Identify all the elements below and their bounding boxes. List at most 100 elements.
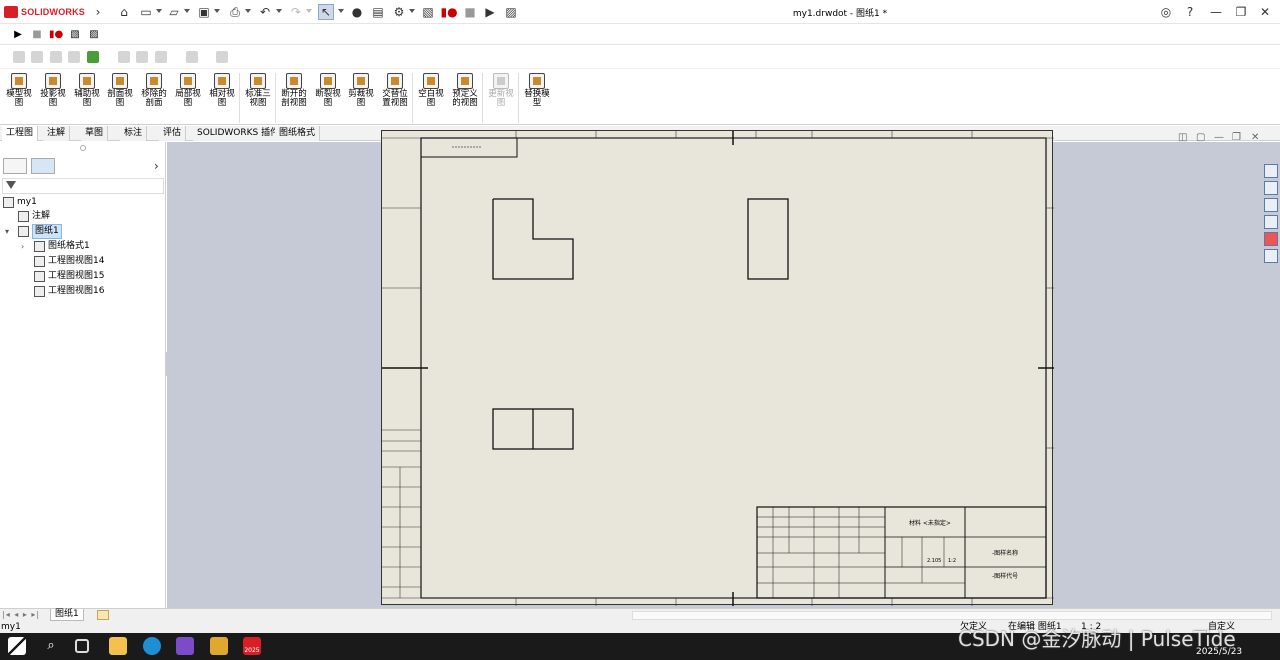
redo-icon[interactable]: ↷ xyxy=(288,4,304,20)
projected-view-button[interactable]: 投影视 图 xyxy=(37,73,69,108)
update-view-button[interactable]: 更新视 图 xyxy=(485,73,517,108)
replace-model-button[interactable]: 替换模 型 xyxy=(521,73,553,108)
file-props-icon[interactable]: ▤ xyxy=(370,4,386,20)
undo-dropdown-icon[interactable] xyxy=(276,9,282,13)
sheet-nav-arrows-icon[interactable]: |◂ ◂ ▸ ▸| xyxy=(2,610,40,619)
run-macro-icon[interactable]: ▶ xyxy=(482,4,498,20)
viewport-tile-icon[interactable]: ◫ xyxy=(1178,132,1187,143)
new-doc-icon[interactable]: ▭ xyxy=(138,4,154,20)
gray-tool-icon[interactable] xyxy=(136,51,148,63)
minimize-icon[interactable]: — xyxy=(1207,4,1225,20)
detail-view-button[interactable]: 局部视 图 xyxy=(172,73,204,108)
gray-tool-icon[interactable] xyxy=(13,51,25,63)
empty-view-button[interactable]: 空白视 图 xyxy=(415,73,447,108)
macro-icon[interactable]: ▧ xyxy=(420,4,436,20)
gray-tool-icon[interactable] xyxy=(118,51,130,63)
panel-expand-icon[interactable]: › xyxy=(154,159,159,173)
open-icon[interactable]: ▱ xyxy=(166,4,182,20)
relative-view-button[interactable]: 相对视 图 xyxy=(206,73,238,108)
select-dropdown-icon[interactable] xyxy=(338,9,344,13)
horizontal-scrollbar[interactable] xyxy=(632,611,1272,620)
stop-icon[interactable]: ■ xyxy=(30,28,44,42)
rebuild-icon[interactable]: ● xyxy=(349,4,365,20)
new-doc-dropdown-icon[interactable] xyxy=(156,9,162,13)
sheet-tab[interactable]: 图纸1 xyxy=(50,609,84,621)
new-macro-icon[interactable]: ▧ xyxy=(68,28,82,42)
crop-view-button[interactable]: 剪裁视 图 xyxy=(345,73,377,108)
doc-minimize-icon[interactable]: — xyxy=(1214,132,1224,143)
section-view-button[interactable]: 剖面视 图 xyxy=(104,73,136,108)
tab-dimension[interactable]: 标注 xyxy=(120,126,148,141)
gray-tool-icon[interactable] xyxy=(31,51,43,63)
file-explorer-icon[interactable] xyxy=(109,637,127,655)
help-icon[interactable]: ? xyxy=(1181,4,1199,20)
edit-macro-icon[interactable]: ▨ xyxy=(503,4,519,20)
removed-section-button[interactable]: 移除的 剖面 xyxy=(138,73,170,108)
record-macro-icon[interactable]: ▮● xyxy=(440,4,457,20)
tab-addins[interactable]: SOLIDWORKS 插件 xyxy=(193,126,285,141)
tree-filter-input[interactable] xyxy=(2,178,164,194)
app-icon[interactable] xyxy=(210,637,228,655)
tab-drawing[interactable]: 工程图 xyxy=(2,126,39,141)
model-view-button[interactable]: 模型视 图 xyxy=(3,73,35,108)
appearance-icon[interactable] xyxy=(87,51,99,63)
restore-icon[interactable]: ❐ xyxy=(1232,4,1250,20)
open-dropdown-icon[interactable] xyxy=(184,9,190,13)
task-view-icon[interactable] xyxy=(75,639,89,653)
file-explorer-icon[interactable] xyxy=(1264,198,1278,212)
tab-sketch[interactable]: 草图 xyxy=(81,126,109,141)
panel-grip-icon[interactable] xyxy=(80,145,86,151)
appearances-icon[interactable] xyxy=(1264,232,1278,246)
gray-tool-icon[interactable] xyxy=(50,51,62,63)
edit-macro-small-icon[interactable]: ▨ xyxy=(87,28,101,42)
tree-expand-icon[interactable]: › xyxy=(21,242,24,251)
solidworks-logo[interactable]: SOLIDWORKS xyxy=(4,5,85,19)
solidworks-taskbar-icon[interactable]: 2025 xyxy=(243,637,261,655)
feature-tree-tab-icon[interactable] xyxy=(3,158,27,174)
tree-root[interactable]: my1 xyxy=(3,196,37,209)
tree-view-item[interactable]: 工程图视图15 xyxy=(34,270,104,283)
tree-view-item[interactable]: 工程图视图14 xyxy=(34,255,104,268)
resources-home-icon[interactable] xyxy=(1264,164,1278,178)
options-dropdown-icon[interactable] xyxy=(409,9,415,13)
save-dropdown-icon[interactable] xyxy=(214,9,220,13)
account-icon[interactable]: ◎ xyxy=(1157,4,1175,20)
property-tab-icon[interactable] xyxy=(31,158,55,174)
stop-macro-icon[interactable]: ■ xyxy=(462,4,478,20)
predefined-view-button[interactable]: 预定义 的视图 xyxy=(449,73,481,108)
home-icon[interactable]: ⌂ xyxy=(116,4,132,20)
gray-tool-icon[interactable] xyxy=(155,51,167,63)
viewport-split-icon[interactable]: ▢ xyxy=(1196,132,1205,143)
tab-evaluate[interactable]: 评估 xyxy=(159,126,187,141)
gray-tool-icon[interactable] xyxy=(68,51,80,63)
gray-tool-icon[interactable] xyxy=(186,51,198,63)
visual-studio-icon[interactable] xyxy=(176,637,194,655)
add-sheet-icon[interactable] xyxy=(97,610,109,620)
record-icon[interactable]: ▮● xyxy=(49,28,63,42)
standard-3-view-button[interactable]: 标准三 视图 xyxy=(242,73,274,108)
tree-sheet-format[interactable]: 图纸格式1 xyxy=(34,240,90,253)
options-gear-icon[interactable]: ⚙ xyxy=(391,4,407,20)
drawing-sheet[interactable]: 材料 <未指定> -图样名称 -图样代号 1:2 2.105 xyxy=(381,130,1054,606)
auxiliary-view-button[interactable]: 辅助视 图 xyxy=(71,73,103,108)
print-dropdown-icon[interactable] xyxy=(245,9,251,13)
start-icon[interactable] xyxy=(8,637,26,655)
doc-close-icon[interactable]: ✕ xyxy=(1251,132,1259,143)
select-icon[interactable]: ↖ xyxy=(318,4,334,20)
design-library-icon[interactable] xyxy=(1264,181,1278,195)
alternate-position-view-button[interactable]: 交替位 置视图 xyxy=(379,73,411,108)
undo-icon[interactable]: ↶ xyxy=(257,4,273,20)
edge-icon[interactable] xyxy=(143,637,161,655)
tree-annotations[interactable]: 注解 xyxy=(18,210,50,223)
break-view-button[interactable]: 断裂视 图 xyxy=(312,73,344,108)
save-icon[interactable]: ▣ xyxy=(196,4,212,20)
print-icon[interactable]: ⎙ xyxy=(227,4,243,20)
close-icon[interactable]: ✕ xyxy=(1256,4,1274,20)
tab-sheet-format[interactable]: 图纸格式 xyxy=(275,126,321,141)
tree-sheet[interactable]: 图纸1 xyxy=(18,224,62,239)
play-icon[interactable]: ▶ xyxy=(11,28,25,42)
gray-tool-icon[interactable] xyxy=(216,51,228,63)
menu-expand-icon[interactable]: › xyxy=(90,4,106,20)
search-icon[interactable]: ⌕ xyxy=(42,637,60,655)
tree-collapse-icon[interactable]: ▾ xyxy=(5,227,9,236)
